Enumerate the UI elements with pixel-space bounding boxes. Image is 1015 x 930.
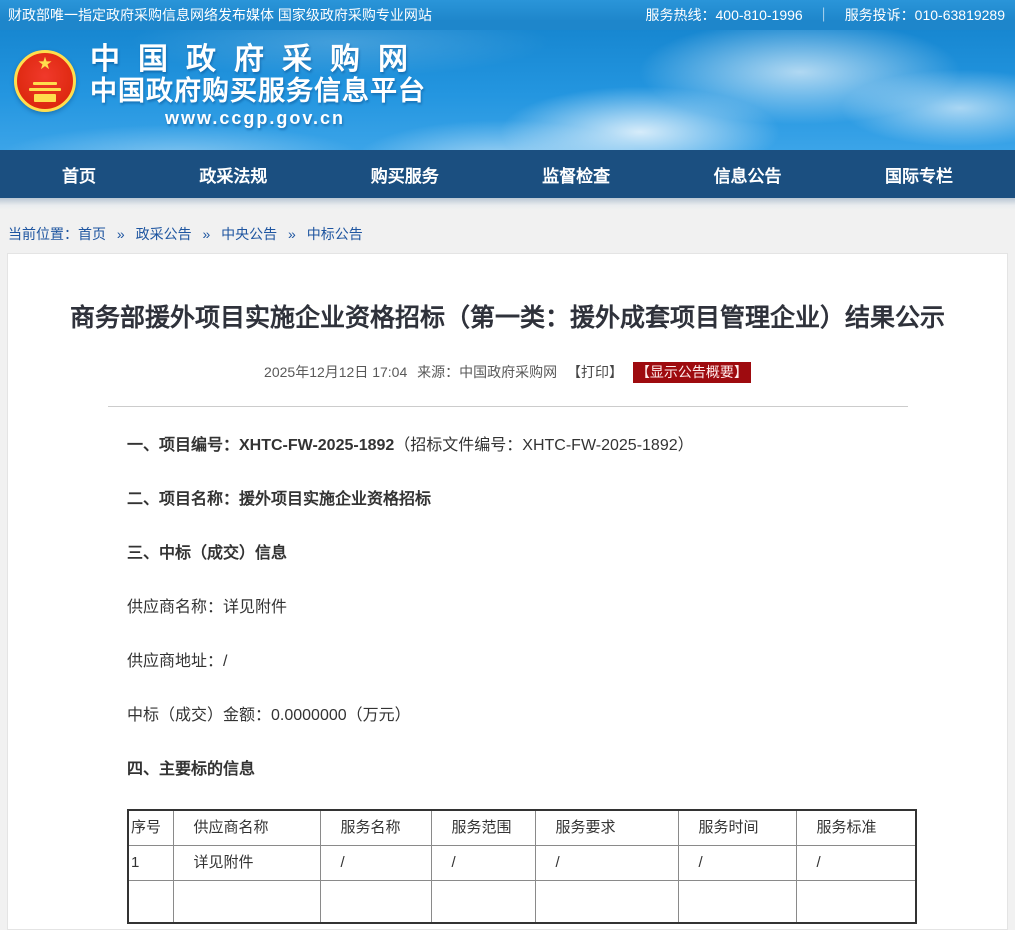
site-banner: ★ 中国政府采购网 中国政府购买服务信息平台 www.ccgp.gov.cn [0, 30, 1015, 150]
show-summary-button[interactable]: 【显示公告概要】 [633, 362, 751, 383]
site-url: www.ccgp.gov.cn [90, 107, 420, 129]
breadcrumb-separator: » [288, 226, 296, 242]
site-subtitle: 中国政府购买服务信息平台 [90, 76, 426, 106]
breadcrumb-prefix: 当前位置： [8, 226, 78, 242]
nav-item-home[interactable]: 首页 [62, 162, 96, 187]
table-header-row: 序号 供应商名称 服务名称 服务范围 服务要求 服务时间 服务标准 [128, 810, 916, 846]
contact-divider: ｜ [817, 5, 831, 25]
breadcrumb-link-award[interactable]: 中标公告 [307, 226, 363, 242]
table-row: 1 详见附件 / / / / / [128, 846, 916, 881]
breadcrumb: 当前位置：首页 » 政采公告 » 中央公告 » 中标公告 [0, 210, 1015, 253]
breadcrumb-separator: » [117, 226, 125, 242]
article-source: 来源：中国政府采购网 [417, 364, 557, 380]
cell-service-requirement: / [535, 846, 678, 881]
nav-item-regulations[interactable]: 政采法规 [199, 162, 267, 187]
service-contacts: 服务热线：400-810-1996 ｜ 服务投诉：010-63819289 [646, 5, 1006, 25]
meta-divider [108, 406, 908, 407]
paragraph-project-number: 一、项目编号：XHTC-FW-2025-1892（招标文件编号：XHTC-FW-… [127, 434, 947, 458]
main-items-table: 序号 供应商名称 服务名称 服务范围 服务要求 服务时间 服务标准 1 详见附件… [127, 809, 917, 924]
article-title: 商务部援外项目实施企业资格招标（第一类：援外成套项目管理企业）结果公示 [8, 301, 1007, 336]
col-header-service-name: 服务名称 [320, 810, 431, 846]
paragraph-supplier-address: 供应商地址：/ [127, 650, 947, 674]
site-logo[interactable]: ★ 中国政府采购网 中国政府购买服务信息平台 www.ccgp.gov.cn [14, 44, 426, 129]
main-nav: 首页 政采法规 购买服务 监督检查 信息公告 国际专栏 [0, 150, 1015, 198]
cell-service-name: / [320, 846, 431, 881]
nav-item-supervision[interactable]: 监督检查 [542, 162, 610, 187]
article-body: 一、项目编号：XHTC-FW-2025-1892（招标文件编号：XHTC-FW-… [8, 434, 1007, 924]
breadcrumb-separator: » [202, 226, 210, 242]
nav-item-purchase-service[interactable]: 购买服务 [371, 162, 439, 187]
star-icon: ★ [37, 55, 52, 72]
gate-mid-shape [29, 88, 61, 91]
service-hotline: 服务热线：400-810-1996 [646, 5, 803, 25]
nav-bottom-gradient [0, 198, 1015, 210]
col-header-service-standard: 服务标准 [796, 810, 916, 846]
col-header-service-requirement: 服务要求 [535, 810, 678, 846]
service-complaint: 服务投诉：010-63819289 [845, 5, 1005, 25]
cell-service-time: / [678, 846, 796, 881]
paragraph-award-amount: 中标（成交）金额：0.0000000（万元） [127, 704, 947, 728]
cell-service-standard: / [796, 846, 916, 881]
top-service-bar: 财政部唯一指定政府采购信息网络发布媒体 国家级政府采购专业网站 服务热线：400… [0, 0, 1015, 30]
site-slogan: 财政部唯一指定政府采购信息网络发布媒体 国家级政府采购专业网站 [8, 5, 432, 25]
table-row-empty [128, 881, 916, 923]
national-emblem-icon: ★ [14, 50, 76, 112]
publish-datetime: 2025年12月12日 17:04 [264, 364, 407, 380]
paragraph-award-info-heading: 三、中标（成交）信息 [127, 542, 947, 566]
nav-item-announcements[interactable]: 信息公告 [714, 162, 782, 187]
site-title: 中国政府采购网 [90, 44, 426, 76]
paragraph-main-items-heading: 四、主要标的信息 [127, 758, 947, 782]
cell-service-scope: / [431, 846, 535, 881]
breadcrumb-link-central[interactable]: 中央公告 [221, 226, 277, 242]
article-container: 商务部援外项目实施企业资格招标（第一类：援外成套项目管理企业）结果公示 2025… [7, 253, 1008, 930]
gate-base-shape [34, 94, 56, 102]
col-header-seq: 序号 [128, 810, 173, 846]
cell-seq: 1 [128, 846, 173, 881]
col-header-service-scope: 服务范围 [431, 810, 535, 846]
col-header-supplier: 供应商名称 [173, 810, 320, 846]
paragraph-supplier-name: 供应商名称：详见附件 [127, 596, 947, 620]
article-meta: 2025年12月12日 17:04 来源：中国政府采购网 【打印】 【显示公告概… [8, 362, 1007, 383]
breadcrumb-link-home[interactable]: 首页 [78, 226, 106, 242]
logo-text-block: 中国政府采购网 中国政府购买服务信息平台 www.ccgp.gov.cn [90, 44, 426, 129]
breadcrumb-link-announcements[interactable]: 政采公告 [136, 226, 192, 242]
gate-roof-shape [33, 82, 57, 85]
nav-item-international[interactable]: 国际专栏 [885, 162, 953, 187]
paragraph-project-name: 二、项目名称：援外项目实施企业资格招标 [127, 488, 947, 512]
col-header-service-time: 服务时间 [678, 810, 796, 846]
print-button[interactable]: 【打印】 [567, 364, 623, 380]
cell-supplier: 详见附件 [173, 846, 320, 881]
